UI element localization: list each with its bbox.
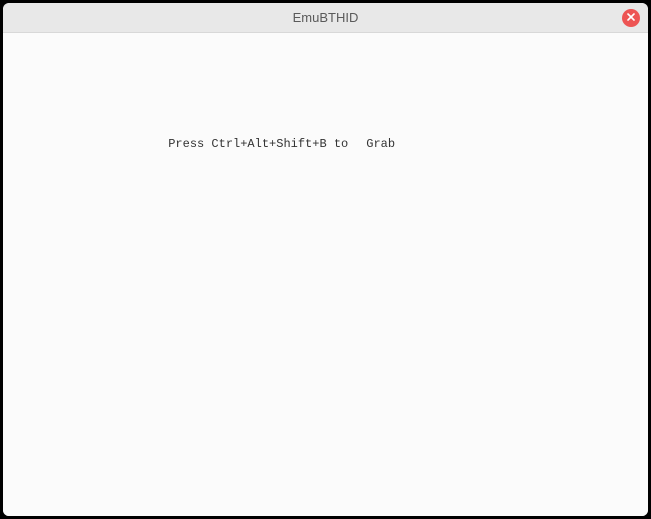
close-button[interactable] <box>622 9 640 27</box>
app-window: EmuBTHID Press Ctrl+Alt+Shift+B to Grab <box>3 3 648 516</box>
window-title: EmuBTHID <box>293 10 359 25</box>
content-area: Press Ctrl+Alt+Shift+B to Grab <box>3 33 648 516</box>
titlebar: EmuBTHID <box>3 3 648 33</box>
hint-prefix: Press Ctrl+Alt+Shift+B to <box>168 137 348 151</box>
hint-action: Grab <box>366 137 395 151</box>
close-icon <box>626 9 636 27</box>
grab-hint: Press Ctrl+Alt+Shift+B to Grab <box>125 123 395 165</box>
